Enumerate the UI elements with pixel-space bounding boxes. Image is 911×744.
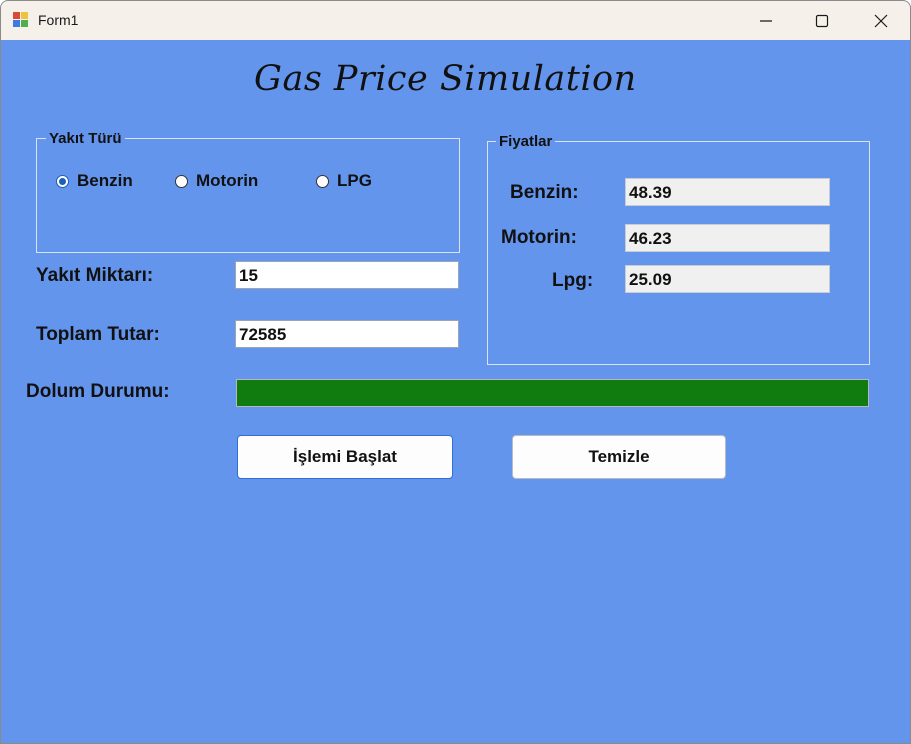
close-icon (874, 14, 888, 28)
window-title: Form1 (38, 12, 79, 28)
start-button[interactable]: İşlemi Başlat (237, 435, 453, 479)
page-title: Gas Price Simulation (254, 59, 637, 99)
fill-progress-bar (236, 379, 869, 407)
radio-benzin-indicator[interactable] (56, 174, 69, 188)
radio-lpg-label[interactable]: LPG (337, 171, 372, 191)
motorin-price-label: Motorin: (501, 227, 577, 248)
fuel-type-group: Yakıt Türü Benzin Motorin LPG (36, 130, 460, 253)
total-label: Toplam Tutar: (36, 324, 160, 345)
minimize-icon (760, 20, 772, 22)
fuel-type-legend: Yakıt Türü (46, 130, 125, 147)
close-button[interactable] (852, 1, 910, 40)
minimize-button[interactable] (737, 1, 795, 40)
radio-motorin-label[interactable]: Motorin (196, 171, 258, 191)
radio-motorin[interactable]: Motorin (175, 171, 258, 191)
amount-label: Yakıt Miktarı: (36, 265, 154, 286)
lpg-price-field[interactable]: 25.09 (625, 265, 830, 293)
motorin-price-field[interactable]: 46.23 (625, 224, 830, 252)
fill-status-label: Dolum Durumu: (26, 381, 170, 402)
radio-lpg[interactable]: LPG (316, 171, 372, 191)
title-bar[interactable]: Form1 (1, 1, 910, 40)
lpg-price-label: Lpg: (552, 270, 594, 291)
prices-legend: Fiyatlar (496, 133, 556, 150)
radio-motorin-indicator[interactable] (175, 174, 188, 188)
radio-benzin-label[interactable]: Benzin (77, 171, 133, 191)
clear-button[interactable]: Temizle (512, 435, 726, 479)
prices-group: Fiyatlar (487, 133, 870, 365)
app-window: Form1 Gas Price Simulation Yakıt Türü Be… (0, 0, 911, 744)
fill-progress-value (237, 380, 868, 406)
radio-benzin[interactable]: Benzin (56, 171, 133, 191)
total-input[interactable]: 72585 (235, 320, 459, 348)
app-form-icon (13, 12, 29, 28)
benzin-price-field[interactable]: 48.39 (625, 178, 830, 206)
benzin-price-label: Benzin: (510, 182, 579, 203)
maximize-icon (815, 14, 829, 28)
amount-input[interactable]: 15 (235, 261, 459, 289)
radio-lpg-indicator[interactable] (316, 174, 329, 188)
maximize-button[interactable] (793, 1, 851, 40)
